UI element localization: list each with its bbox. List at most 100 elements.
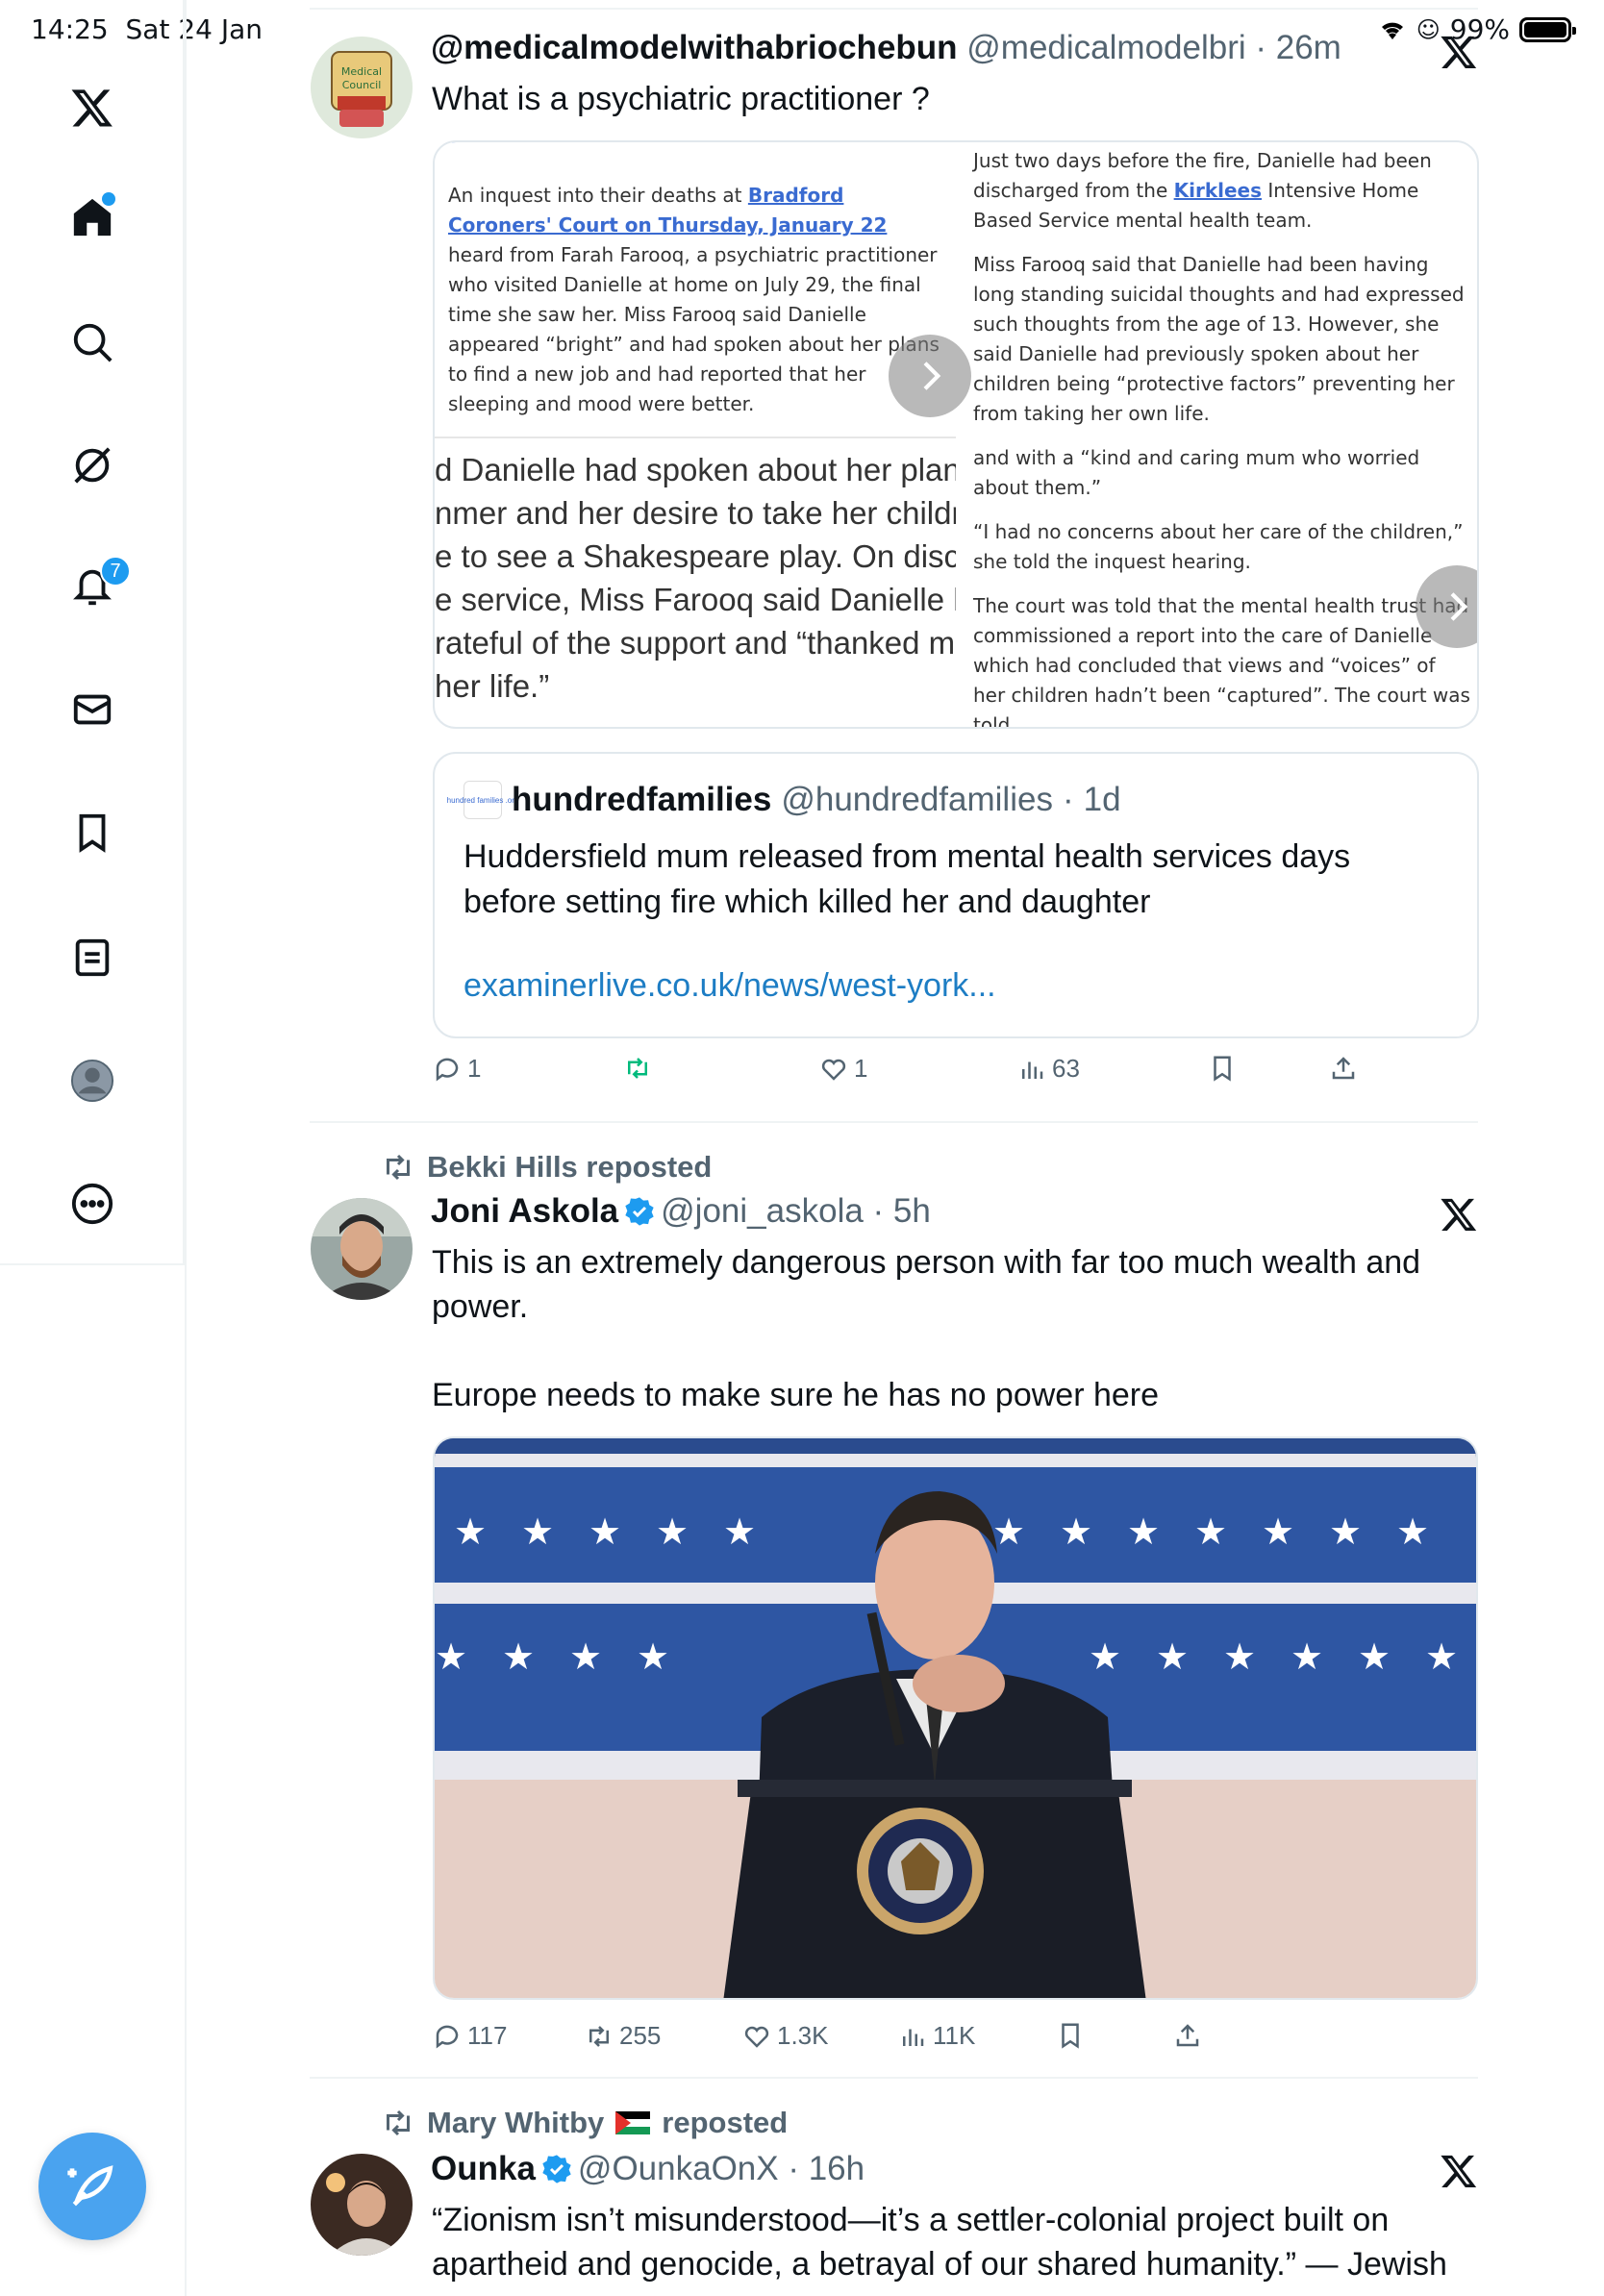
svg-text:Council: Council [342,79,382,91]
quoted-age: 1d [1083,781,1121,818]
bookmark-button[interactable] [1208,1054,1237,1083]
share-button[interactable] [1329,1054,1358,1083]
svg-text:★: ★ [1358,1635,1391,1678]
tweet-1-author[interactable]: @medicalmodelwithabriochebun @medicalmod… [431,29,1341,67]
tweet-1-media[interactable]: An inquest into their deaths at Bradford… [433,140,1479,729]
x-logo-icon[interactable] [67,83,117,133]
home-icon[interactable] [67,192,117,242]
svg-text:★: ★ [1156,1635,1189,1678]
tweet-2-actions: 117 255 1.3K 11K [433,2021,1356,2059]
svg-text:★: ★ [1223,1635,1256,1678]
repost-icon [628,1058,647,1079]
reply-icon [436,1058,459,1081]
more-options-icon[interactable] [67,1179,117,1229]
battery-icon [1519,16,1576,42]
reply-button[interactable]: 1 [433,1054,481,1084]
tweet-1-age[interactable]: 26m [1276,29,1341,66]
share-upload-icon [1332,1057,1355,1080]
tweet-3-author[interactable]: Ounka @OunkaOnX · 16h [431,2150,865,2188]
tweet-2-handle[interactable]: @joni_askola [661,1192,864,1230]
media-image-3[interactable]: Just two days before the fire, Danielle … [964,142,1477,727]
svg-text:★: ★ [1127,1510,1160,1553]
quoted-tweet-text: Huddersfield mum released from mental he… [464,838,1351,920]
heart-icon [744,2026,769,2048]
tweet-2-author[interactable]: Joni Askola @joni_askola · 5h [431,1192,931,1231]
verified-badge-icon [625,1197,654,1226]
media-image-2[interactable]: d Danielle had spoken about her plans nm… [435,448,956,727]
repost-icon [387,2109,410,2136]
bookmark-button[interactable] [1056,2021,1085,2050]
repost-icon [589,2025,609,2047]
x-grok-icon[interactable] [1440,33,1478,71]
tweet-3-age[interactable]: 16h [809,2150,865,2187]
media-gap-vertical [956,142,962,727]
bookmark-icon [1062,2023,1079,2049]
tweet-3-repost-context[interactable]: Mary Whitby reposted [381,2106,788,2140]
quoted-handle: @hundredfamilies [781,781,1053,818]
compose-feather-icon [67,2165,113,2207]
palestine-flag-icon [615,2111,651,2134]
svg-text:Medical: Medical [341,65,382,78]
tweet-2-photo[interactable]: ★★★★★ ★★★★★★★★ ★★★★ ★★★★★★ [433,1436,1478,2000]
tweet-3-display-name[interactable]: Ounka [431,2150,536,2187]
media-image-1[interactable]: An inquest into their deaths at Bradford… [435,142,954,431]
notifications-badge: 7 [100,556,131,586]
media-next-chevron-icon[interactable] [889,335,971,417]
svg-text:★: ★ [1060,1510,1092,1553]
quoted-tweet-card[interactable]: hundred families .org hundredfamilies @h… [433,752,1479,1038]
like-button[interactable]: 1.3K [742,2021,829,2051]
svg-text:★: ★ [1194,1510,1227,1553]
sidebar-border [185,0,187,2296]
tweet-2-avatar[interactable] [311,1198,413,1300]
tweet-1-avatar[interactable]: Medical Council [311,37,413,138]
svg-text:★: ★ [569,1635,602,1678]
tweet-1-display-name[interactable]: @medicalmodelwithabriochebun [431,29,958,66]
svg-text:★: ★ [1329,1510,1362,1553]
tweet-2-repost-context[interactable]: Bekki Hills reposted [381,1150,712,1185]
quoted-tweet-avatar: hundred families .org [447,781,518,819]
svg-text:★: ★ [1396,1510,1429,1553]
tweet-divider [310,1121,1478,1123]
profile-avatar-icon[interactable] [67,1056,117,1106]
reply-button[interactable]: 117 [433,2021,507,2051]
svg-text:★: ★ [589,1510,621,1553]
quoted-tweet-link[interactable]: examinerlive.co.uk/news/west-york... [464,967,996,1005]
tweet-2-age[interactable]: 5h [893,1192,931,1230]
like-button[interactable]: 1 [819,1054,867,1084]
views-button[interactable]: 11K [898,2021,975,2051]
quoted-tweet-author[interactable]: hundred families .org hundredfamilies @h… [447,781,1121,819]
x-grok-icon[interactable] [1440,1195,1478,1234]
tweet-1-actions: 1 1 63 [433,1054,1356,1092]
tweet-3-handle[interactable]: @OunkaOnX [578,2150,779,2187]
compose-post-button[interactable] [38,2133,146,2240]
messages-envelope-icon[interactable] [67,685,117,735]
svg-text:★: ★ [1089,1635,1121,1678]
analytics-bar-icon [1022,1061,1043,1079]
grok-icon[interactable] [67,440,117,490]
search-icon[interactable] [67,317,117,367]
notifications-bell-icon[interactable]: 7 [67,556,131,611]
tweet-2-display-name[interactable]: Joni Askola [431,1192,618,1230]
share-upload-icon [1176,2024,1199,2047]
tweet-3-text: “Zionism isn’t misunderstood—it’s a sett… [432,2202,1447,2283]
verified-badge-icon [542,2155,571,2184]
repost-button[interactable] [623,1054,658,1083]
wifi-icon [1381,22,1403,39]
svg-text:★: ★ [637,1635,669,1678]
lists-icon[interactable] [67,933,117,983]
reply-icon [436,2025,459,2048]
tweet-divider [310,2077,1478,2079]
focus-icon: ☺ [1416,15,1441,43]
tweet-3-avatar[interactable] [311,2154,413,2256]
bookmarks-icon[interactable] [67,808,117,858]
repost-icon [387,1154,410,1181]
media-gap [435,437,956,438]
svg-text:★: ★ [1262,1510,1294,1553]
tweet-1-handle[interactable]: @medicalmodelbri [966,29,1245,66]
x-grok-icon[interactable] [1440,2152,1478,2190]
svg-text:★: ★ [435,1635,467,1678]
views-button[interactable]: 63 [1017,1054,1080,1084]
share-button[interactable] [1173,2021,1202,2050]
heart-icon [821,1059,846,1081]
repost-button[interactable]: 255 [585,2021,661,2051]
